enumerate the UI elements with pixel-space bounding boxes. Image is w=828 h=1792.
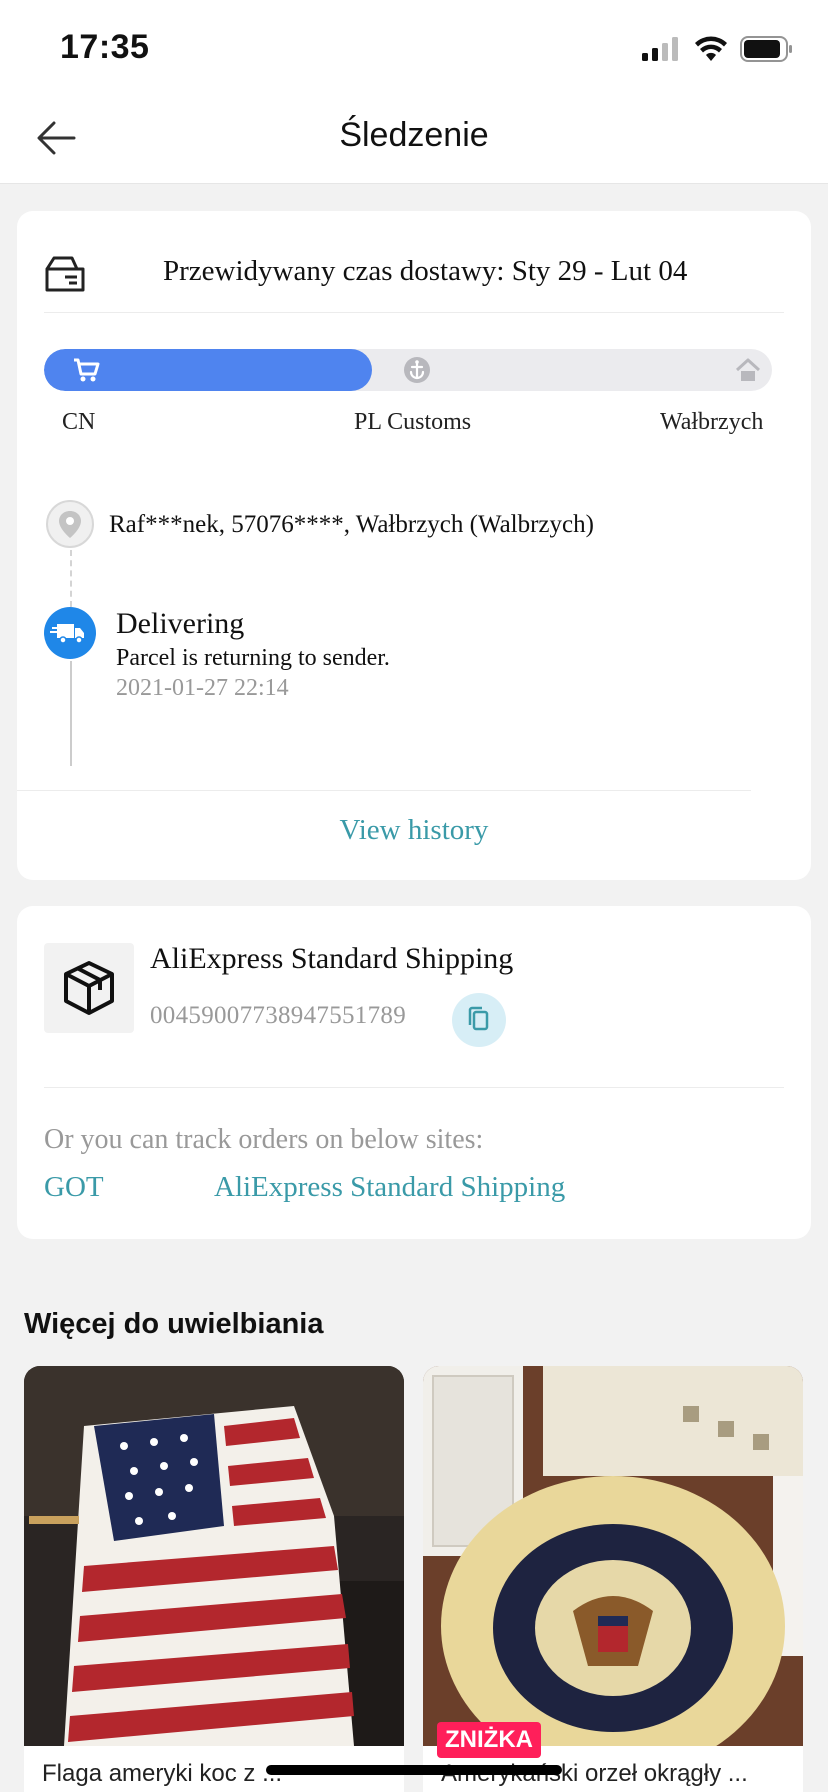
divider xyxy=(17,790,751,791)
event-title: Delivering xyxy=(116,607,245,640)
location-pin-icon xyxy=(59,511,81,538)
package-thumbnail xyxy=(44,943,134,1033)
package-icon xyxy=(64,961,114,1015)
tracking-number: 00459007738947551789 xyxy=(150,1002,406,1029)
stage-origin: CN xyxy=(62,409,96,435)
eta-row: Przewidywany czas dostawy: Sty 29 - Lut … xyxy=(44,241,784,303)
anchor-icon xyxy=(404,357,430,383)
wifi-icon xyxy=(695,36,727,61)
divider xyxy=(44,312,784,313)
product-image-seal-rug[interactable] xyxy=(423,1366,803,1746)
home-indicator xyxy=(266,1765,562,1775)
carrier-name: AliExpress Standard Shipping xyxy=(150,942,514,975)
status-bar: 17:35 xyxy=(0,0,828,96)
stage-customs: PL Customs xyxy=(354,409,472,435)
timeline-line xyxy=(70,661,72,766)
home-icon xyxy=(735,358,761,381)
battery-icon xyxy=(740,36,792,62)
stage-destination: Wałbrzych xyxy=(660,409,764,435)
top-header: Śledzenie xyxy=(0,96,828,184)
product-card[interactable]: ZNIŻKA Amerykański orzeł okrągły ... xyxy=(423,1366,803,1792)
status-time: 17:35 xyxy=(60,28,150,66)
location-marker xyxy=(46,500,94,548)
estimated-delivery-text: Przewidywany czas dostawy: Sty 29 - Lut … xyxy=(163,255,688,287)
copy-icon xyxy=(468,1006,489,1031)
timeline-dashed-line xyxy=(70,550,72,607)
page-title: Śledzenie xyxy=(339,116,489,154)
shipping-progress-bar xyxy=(44,349,772,391)
delivery-address: Raf***nek, 57076****, Wałbrzych (Walbrzy… xyxy=(109,511,594,538)
product-name[interactable]: Flaga ameryki koc z ... xyxy=(42,1760,282,1788)
discount-badge: ZNIŻKA xyxy=(437,1722,541,1758)
status-icons xyxy=(642,36,794,62)
truck-icon xyxy=(50,624,84,644)
delivering-marker xyxy=(44,607,96,659)
divider xyxy=(44,1087,784,1088)
delivery-box-icon xyxy=(45,256,85,292)
recommendations-title: Więcej do uwielbiania xyxy=(24,1308,324,1340)
product-card[interactable]: Flaga ameryki koc z ... xyxy=(24,1366,404,1792)
site-link-aliexpress[interactable]: AliExpress Standard Shipping xyxy=(214,1171,565,1204)
cart-icon xyxy=(74,358,100,382)
event-time: 2021-01-27 22:14 xyxy=(116,675,289,701)
signal-icon xyxy=(642,37,678,61)
copy-tracking-button[interactable] xyxy=(452,993,506,1047)
event-description: Parcel is returning to sender. xyxy=(116,645,390,671)
track-sites-text: Or you can track orders on below sites: xyxy=(44,1124,484,1155)
product-image-flag-blanket[interactable] xyxy=(24,1366,404,1746)
tracking-card: Przewidywany czas dostawy: Sty 29 - Lut … xyxy=(17,211,811,880)
view-history-link[interactable]: View history xyxy=(17,814,811,847)
site-link-got[interactable]: GOT xyxy=(44,1171,104,1204)
shipping-card: AliExpress Standard Shipping 00459007738… xyxy=(17,906,811,1239)
